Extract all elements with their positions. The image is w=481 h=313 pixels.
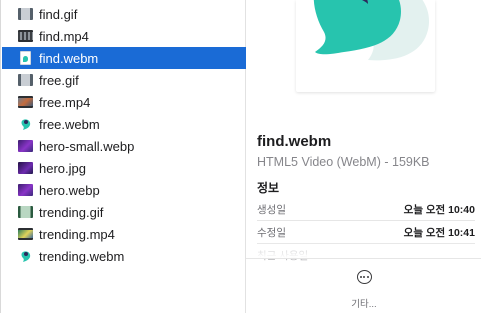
image-thumbnail-icon xyxy=(18,140,33,152)
gif-thumbnail-icon xyxy=(18,206,33,218)
info-value: 오늘 오전 10:40 xyxy=(403,203,475,216)
image-thumbnail-icon xyxy=(18,184,33,196)
file-row-find-gif[interactable]: find.gif xyxy=(2,3,246,25)
preview-file-name: find.webm xyxy=(257,133,332,150)
gif-thumbnail-icon xyxy=(18,74,33,86)
webm-logo-icon xyxy=(313,0,430,61)
file-list[interactable]: find.gif find.mp4 find.webm free.gif fre… xyxy=(0,0,246,313)
webm-document-icon xyxy=(18,51,33,65)
info-row-created: 생성일 오늘 오전 10:40 xyxy=(257,198,475,220)
info-row-modified: 수정일 오늘 오전 10:41 xyxy=(257,221,475,243)
file-row-trending-gif[interactable]: trending.gif xyxy=(2,201,246,223)
file-name: find.webm xyxy=(39,50,99,66)
info-key: 수정일 xyxy=(257,226,286,239)
webm-logo-icon xyxy=(18,117,33,131)
file-row-trending-webm[interactable]: trending.webm xyxy=(2,245,246,267)
info-value: 오늘 오전 10:41 xyxy=(403,226,475,239)
file-name: trending.mp4 xyxy=(39,226,115,242)
file-row-hero-webp[interactable]: hero.webp xyxy=(2,179,246,201)
file-row-free-mp4[interactable]: free.mp4 xyxy=(2,91,246,113)
info-key: 생성일 xyxy=(257,203,286,216)
video-thumbnail-icon xyxy=(18,228,33,240)
image-thumbnail-icon xyxy=(18,162,33,174)
gif-thumbnail-icon xyxy=(18,8,33,20)
file-row-find-mp4[interactable]: find.mp4 xyxy=(2,25,246,47)
file-name: trending.gif xyxy=(39,204,104,220)
file-row-hero-small-webp[interactable]: hero-small.webp xyxy=(2,135,246,157)
more-button[interactable]: 기타... xyxy=(343,270,385,310)
preview-file-kind: HTML5 Video (WebM) - 159KB xyxy=(257,155,430,169)
file-name: hero.jpg xyxy=(39,160,86,176)
file-name: hero.webp xyxy=(39,182,100,198)
file-name: free.webm xyxy=(39,116,100,132)
preview-pane: find.webm HTML5 Video (WebM) - 159KB 정보 … xyxy=(246,0,481,313)
file-name: trending.webm xyxy=(39,248,125,264)
file-name: free.mp4 xyxy=(39,94,91,110)
info-heading: 정보 xyxy=(257,181,280,195)
preview-thumbnail xyxy=(296,0,435,92)
divider xyxy=(246,258,481,259)
file-row-trending-mp4[interactable]: trending.mp4 xyxy=(2,223,246,245)
scroll-fade xyxy=(246,242,481,258)
file-name: free.gif xyxy=(39,72,79,88)
ellipsis-circle-icon xyxy=(356,270,372,284)
file-row-free-gif[interactable]: free.gif xyxy=(2,69,246,91)
file-row-free-webm[interactable]: free.webm xyxy=(2,113,246,135)
file-row-find-webm[interactable]: find.webm xyxy=(2,47,246,69)
file-name: hero-small.webp xyxy=(39,138,135,154)
video-thumbnail-icon xyxy=(18,96,33,108)
file-name: find.gif xyxy=(39,6,78,22)
finder-window: find.gif find.mp4 find.webm free.gif fre… xyxy=(0,0,481,313)
more-button-label: 기타... xyxy=(351,299,377,310)
video-thumbnail-icon xyxy=(18,30,33,42)
file-name: find.mp4 xyxy=(39,28,89,44)
file-row-hero-jpg[interactable]: hero.jpg xyxy=(2,157,246,179)
webm-logo-icon xyxy=(18,249,33,263)
